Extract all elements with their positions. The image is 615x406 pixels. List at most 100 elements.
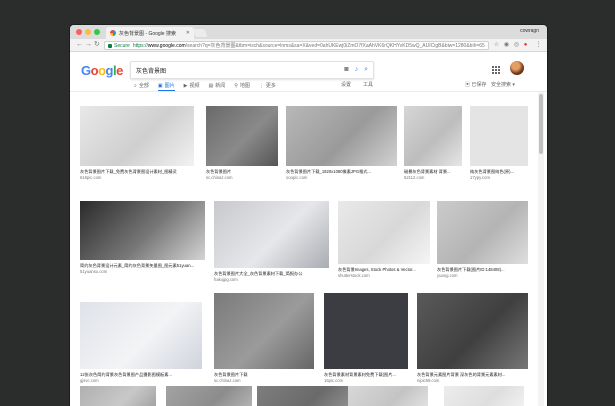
close-window-button[interactable] (76, 29, 82, 35)
forward-arrow-icon[interactable]: → (85, 41, 92, 49)
secure-label: Secure (114, 42, 130, 49)
address-bar[interactable]: Secure https:// www.google.com /search?q… (104, 41, 489, 50)
result-thumbnail[interactable] (166, 386, 252, 406)
tab-title: 灰色背景图 - Google 搜索 (119, 30, 176, 37)
result-source: yuang.com (437, 273, 458, 278)
browser-window: 灰色背景图 - Google 搜索 ✕ cowragn ← → ↻ Secure… (70, 25, 547, 406)
extension-icon[interactable]: ● (522, 42, 529, 49)
extension-icon[interactable]: ◉ (503, 42, 510, 49)
result-caption[interactable]: 12张灰色简约背景灰色背景图产品摄影图模板素... (80, 372, 202, 377)
settings-link[interactable]: 设置 (341, 81, 351, 88)
tab-label: 更多 (265, 83, 276, 89)
result-source: ooopic.com (286, 175, 308, 180)
result-thumbnail[interactable] (348, 386, 428, 406)
google-header: Google 灰色背景图 ◙ ♪ ⌕ ⌕ 全部 ▣ 图片 ▶ 视频 ▤ 新闻 ⚲ 地图 ⋮ 更多 设置… (70, 53, 547, 91)
search-input[interactable]: 灰色背景图 (136, 66, 338, 75)
result-thumbnail[interactable] (80, 106, 194, 166)
result-thumbnail[interactable] (80, 201, 205, 260)
result-caption[interactable]: 灰色背景图片下载_免费灰色背景图设计素材_图精灵 (80, 169, 194, 174)
browser-toolbar: ← → ↻ Secure https:// www.google.com /se… (70, 39, 547, 52)
result-thumbnail[interactable] (286, 106, 397, 166)
result-thumbnail[interactable] (417, 293, 528, 369)
tab-video[interactable]: ▶ 视频 (184, 81, 200, 90)
tab-more[interactable]: ⋮ 更多 (259, 81, 276, 90)
browser-tab[interactable]: 灰色背景图 - Google 搜索 ✕ (106, 27, 194, 39)
tab-image[interactable]: ▣ 图片 (157, 81, 175, 91)
reload-icon[interactable]: ↻ (94, 41, 100, 49)
maximize-window-button[interactable] (94, 29, 100, 35)
search-icon: ⌕ (134, 82, 137, 89)
tab-close-icon[interactable]: ✕ (186, 30, 190, 36)
new-tab-button[interactable] (192, 29, 208, 37)
result-thumbnail[interactable] (470, 106, 528, 166)
result-caption[interactable]: 灰色背景素材背景素材免费下载(图片... (324, 372, 408, 377)
browser-menu-icon[interactable]: ⋮ (535, 42, 542, 49)
tab-label: 地图 (239, 83, 250, 89)
result-source: shutterstock.com (338, 273, 370, 278)
tools-link[interactable]: 工具 (363, 81, 373, 88)
tab-search[interactable]: ⌕ 全部 (134, 81, 149, 90)
result-source: sc.chinaz.com (214, 378, 241, 383)
result-caption[interactable]: 灰色背景图片大全_灰色背景素材下载_简报办公 (214, 271, 329, 276)
profile-name[interactable]: cowragn (520, 28, 539, 34)
safesearch-dropdown[interactable]: 安全搜索 ▾ (491, 81, 515, 88)
minimize-window-button[interactable] (85, 29, 91, 35)
scrollbar-thumb[interactable] (539, 94, 543, 154)
google-logo[interactable]: Google (81, 63, 123, 78)
result-source: 52112.com (404, 175, 425, 180)
result-caption[interactable]: 灰色背景元素图片背景 深灰色的背景元素素材... (417, 372, 528, 377)
result-thumbnail[interactable] (404, 106, 462, 166)
lock-icon (108, 43, 112, 48)
extension-icon[interactable]: ◎ (513, 42, 520, 49)
google-favicon-icon (110, 30, 116, 36)
result-source: 16pic.com (324, 378, 344, 383)
result-caption[interactable]: 灰色背景Images, Stock Photos & Vector... (338, 267, 430, 272)
result-thumbnail[interactable] (338, 201, 430, 264)
search-icon[interactable]: ⌕ (364, 66, 368, 74)
apps-grid-icon[interactable] (492, 66, 500, 74)
result-thumbnail[interactable] (324, 293, 408, 369)
result-caption[interactable]: 灰色背景图片 (206, 169, 278, 174)
saved-collections-link[interactable]: ▣ 已保存 (465, 81, 486, 88)
tab-label: 视频 (189, 83, 200, 89)
result-thumbnail[interactable] (80, 302, 202, 369)
result-thumbnail[interactable] (214, 201, 329, 268)
url-scheme: https:// (132, 42, 148, 49)
camera-icon[interactable]: ◙ (344, 66, 348, 74)
microphone-icon[interactable]: ♪ (355, 66, 359, 74)
result-caption[interactable]: 灰色背景图片下载(图片ID:148408)... (437, 267, 528, 272)
result-source: 616pic.com (80, 175, 102, 180)
result-thumbnail[interactable] (206, 106, 278, 166)
avatar[interactable] (510, 61, 524, 75)
result-caption[interactable]: 磁暴灰色背景素材 背景... (404, 169, 462, 174)
result-caption[interactable]: 纯灰色背景图纯色(原)... (470, 169, 528, 174)
tab-news[interactable]: ▤ 新闻 (208, 81, 225, 90)
back-arrow-icon[interactable]: ← (76, 41, 83, 49)
tab-strip: 灰色背景图 - Google 搜索 ✕ cowragn (70, 25, 547, 39)
result-source: hakujpg.com (214, 277, 238, 282)
tab-label: 全部 (138, 83, 149, 89)
bookmark-star-icon[interactable]: ☆ (493, 42, 500, 49)
result-thumbnail[interactable] (80, 386, 156, 406)
tab-label: 图片 (164, 83, 175, 89)
video-icon: ▶ (183, 82, 188, 89)
result-caption[interactable]: 灰色背景图片下载 (214, 372, 314, 377)
tab-label: 新闻 (215, 83, 226, 89)
image-icon: ▣ (157, 82, 163, 89)
result-thumbnail[interactable] (437, 201, 528, 264)
search-box[interactable]: 灰色背景图 ◙ ♪ ⌕ (130, 61, 374, 79)
result-caption[interactable]: 简约灰色背景设计元素_简约灰色背景矢量图_图元素51yuan... (80, 263, 205, 268)
scrollbar[interactable] (538, 92, 544, 406)
result-caption[interactable]: 灰色背景图片下载_1920x1080像素JPG格式... (286, 169, 397, 174)
result-source: 51yuansu.com (80, 269, 108, 274)
result-source: nipic69.com (417, 378, 440, 383)
result-source: sc.chinaz.com (206, 175, 233, 180)
url-path: /search?q=灰色背景图&tbm=isch&source=lnms&sa=… (185, 43, 485, 49)
result-thumbnail[interactable] (214, 293, 314, 369)
result-thumbnail[interactable] (444, 386, 524, 406)
tab-map[interactable]: ⚲ 地图 (234, 81, 250, 90)
url-host: www.google.com (147, 42, 186, 49)
image-results-grid: 灰色背景图片下载_免费灰色背景图设计素材_图精灵 616pic.com 灰色背景图片… (70, 92, 536, 406)
result-source: 17ypy.com (470, 175, 490, 180)
result-thumbnail[interactable] (257, 386, 354, 406)
